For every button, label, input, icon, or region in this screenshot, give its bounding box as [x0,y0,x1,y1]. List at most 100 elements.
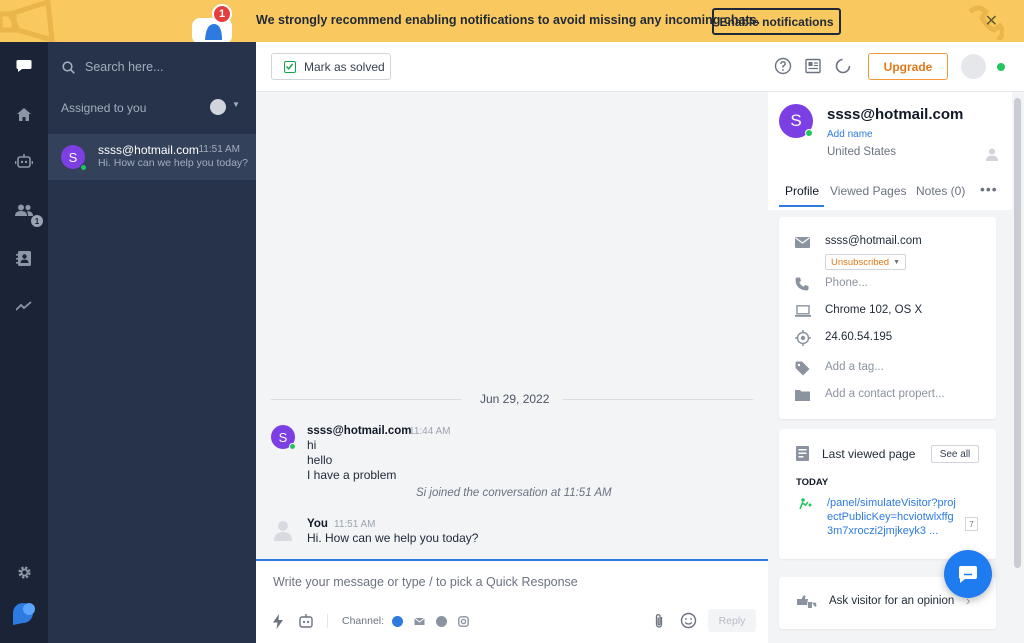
online-status-dot [80,164,87,171]
tab-notes[interactable]: Notes (0) [916,184,965,198]
analytics-icon[interactable] [12,294,36,318]
location-target-icon [795,330,811,346]
channel-label: Channel: [342,615,385,627]
online-status-dot [805,129,813,137]
chevron-down-icon[interactable]: ▼ [232,100,240,109]
conversation-name: ssss@hotmail.com [98,143,199,157]
subscription-status: Unsubscribed [831,256,890,268]
conversation-time: 11:51 AM [198,144,240,155]
contact-details-card: ssss@hotmail.com Unsubscribed ▼ Phone...… [779,217,996,419]
messenger-channel-icon[interactable] [436,615,448,627]
logo-icon [10,600,38,628]
email-icon [795,236,810,248]
chat-transcript: Jun 29, 2022 S ssss@hotmail.com 11:44 AM… [256,92,768,559]
message-line: I have a problem [307,468,397,482]
message-line: Hi. How can we help you today? [307,531,479,545]
visitor-name: ssss@hotmail.com [827,106,964,123]
profile-header: S ssss@hotmail.com Add name United State… [768,92,1012,210]
composer-toolbar: Channel: [273,611,480,631]
notification-banner: 1 We strongly recommend enabling notific… [0,0,1024,42]
last-viewed-title: Last viewed page [822,447,916,461]
conversation-item[interactable]: S ssss@hotmail.com 11:51 AM Hi. How can … [48,134,256,180]
tab-profile[interactable]: Profile [785,184,819,198]
agent-message: You 11:51 AM Hi. How can we help you tod… [271,518,671,548]
message-time: 11:44 AM [409,426,451,437]
last-viewed-card: Last viewed page See all TODAY /panel/si… [779,429,996,559]
tag-row[interactable]: Add a tag... [795,359,884,377]
person-icon[interactable] [986,148,998,161]
ask-opinion-label: Ask visitor for an opinion [829,595,955,607]
laptop-icon [795,305,811,317]
agent-status-dot[interactable] [997,63,1005,71]
browser-row: Chrome 102, OS X [795,302,922,320]
visitor-browser: Chrome 102, OS X [825,304,923,316]
conversation-list: Search here... Assigned to you ▼ S ssss@… [48,42,256,643]
contact-property-placeholder: Add a contact propert... [825,388,945,400]
subscription-dropdown[interactable]: Unsubscribed ▼ [825,254,907,270]
agent-avatar-icon [271,518,295,542]
assigned-filter-label[interactable]: Assigned to you [61,101,146,115]
team-badge: 1 [31,215,43,227]
tab-viewed-pages[interactable]: Viewed Pages [830,184,907,198]
contact-property-row[interactable]: Add a contact propert... [795,386,945,404]
live-chat-channel-icon[interactable] [392,615,404,627]
tag-icon [795,361,810,375]
help-icon[interactable] [774,57,792,75]
message-line: hi [307,438,317,452]
news-icon[interactable] [804,57,822,75]
enable-notifications-button[interactable]: Enable notifications [712,8,841,35]
visitor-email[interactable]: ssss@hotmail.com [825,235,922,247]
refresh-icon[interactable] [834,57,852,75]
main-nav: 1 [0,42,48,643]
message-author: ssss@hotmail.com [307,425,412,437]
banner-message: We strongly recommend enabling notificat… [256,13,761,27]
online-status-dot [289,443,296,450]
settings-icon[interactable] [12,560,36,584]
panel-scrollbar[interactable] [1012,92,1024,643]
visitor-message: S ssss@hotmail.com 11:44 AM hi hello I h… [271,425,671,485]
tag-placeholder: Add a tag... [825,361,884,373]
visitor-walking-icon [799,498,812,510]
assignee-avatar[interactable] [210,99,226,115]
home-icon[interactable] [12,102,36,126]
open-chat-widget-button[interactable] [944,550,992,598]
mark-solved-label: Mark as solved [304,59,385,74]
mark-solved-button[interactable]: Mark as solved [271,53,391,80]
bot-icon[interactable] [297,613,315,629]
scrollbar-thumb[interactable] [1014,98,1021,568]
date-separator: Jun 29, 2022 [271,392,753,406]
active-tab-indicator [779,205,824,207]
megaphone-icon [0,0,55,42]
more-options-icon[interactable]: ••• [980,181,998,197]
see-all-button[interactable]: See all [931,445,979,463]
today-label: TODAY [796,477,829,488]
contacts-icon[interactable] [12,246,36,270]
emoji-icon[interactable] [680,612,697,629]
reply-button[interactable]: Reply [708,609,756,632]
chat-bubble-icon [958,565,977,583]
profile-tabs: Profile Viewed Pages Notes (0) ••• [768,178,1012,208]
close-banner-icon[interactable]: ✕ [985,11,998,31]
email-channel-icon[interactable] [414,616,425,627]
quick-response-icon[interactable] [273,613,283,629]
instagram-channel-icon[interactable] [458,615,469,627]
check-icon [284,60,296,73]
agent-avatar[interactable] [961,54,986,79]
view-count: 7 [965,517,978,531]
chat-icon[interactable] [12,54,36,78]
search-input[interactable]: Search here... [62,56,242,78]
thumbs-icon [797,595,818,608]
notification-count-badge: 1 [212,4,232,24]
add-name-link[interactable]: Add name [827,129,873,140]
phone-row[interactable]: Phone... [795,275,868,293]
message-input-placeholder[interactable]: Write your message or type / to pick a Q… [273,575,578,589]
page-icon [796,446,809,461]
upgrade-button[interactable]: Upgrade [868,53,948,80]
phone-icon [795,277,809,291]
message-composer[interactable]: Write your message or type / to pick a Q… [256,559,768,643]
search-placeholder: Search here... [85,60,164,74]
last-viewed-page-link[interactable]: /panel/simulateVisitor?projectPublicKey=… [827,496,959,538]
attachment-icon[interactable] [654,613,664,629]
bot-icon[interactable] [12,149,36,173]
folder-icon [795,390,810,401]
